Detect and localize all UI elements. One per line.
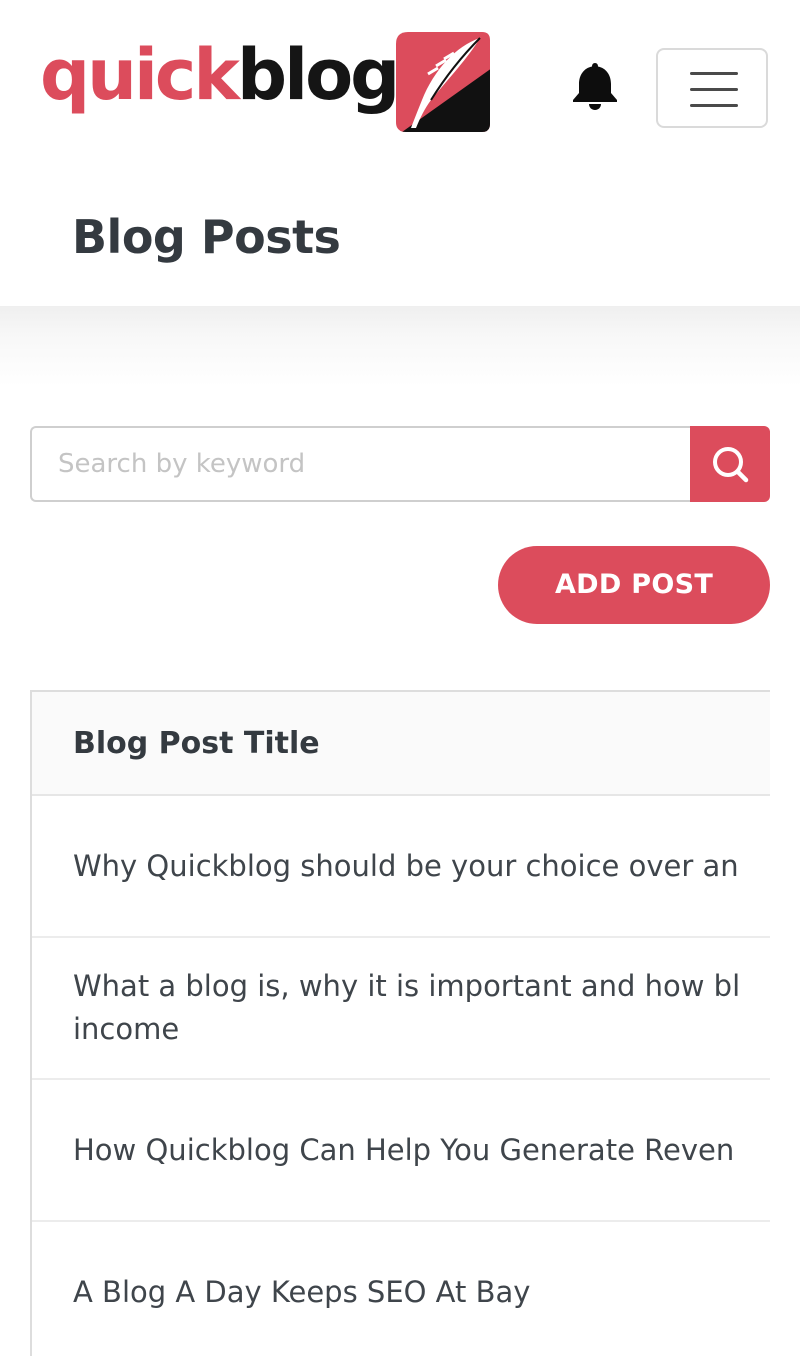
menu-bar-line <box>690 72 738 75</box>
table-row[interactable]: How Quickblog Can Help You Generate Reve… <box>32 1080 770 1222</box>
search-button[interactable] <box>690 426 770 502</box>
menu-bar-line <box>690 104 738 107</box>
menu-bar-line <box>690 88 738 91</box>
app-header: quickblog <box>0 0 800 160</box>
bell-icon[interactable] <box>566 60 624 110</box>
page-title-section: Blog Posts <box>0 160 800 306</box>
search-input[interactable] <box>30 426 692 502</box>
table-row[interactable]: What a blog is, why it is important and … <box>32 938 770 1080</box>
post-title-cell[interactable]: How Quickblog Can Help You Generate Reve… <box>73 1129 770 1172</box>
post-title-cell[interactable]: A Blog A Day Keeps SEO At Bay <box>73 1271 770 1314</box>
post-title-cell[interactable]: Why Quickblog should be your choice over… <box>73 845 770 888</box>
search-bar <box>30 426 770 502</box>
search-icon <box>713 447 749 483</box>
logo-wordmark-blog: blog <box>236 34 400 116</box>
post-title-cell[interactable]: What a blog is, why it is important and … <box>73 965 770 1051</box>
column-header-title[interactable]: Blog Post Title <box>73 726 320 761</box>
page-title: Blog Posts <box>72 210 341 264</box>
add-post-button[interactable]: ADD POST <box>498 546 770 624</box>
quickblog-logo[interactable]: quickblog <box>40 26 496 134</box>
blog-posts-table: Blog Post Title Why Quickblog should be … <box>30 690 770 1356</box>
table-row[interactable]: A Blog A Day Keeps SEO At Bay <box>32 1222 770 1356</box>
logo-wordmark-quick: quick <box>40 34 240 116</box>
logo-wordmark: quickblog <box>40 40 400 110</box>
table-header: Blog Post Title <box>32 692 770 796</box>
header-shadow <box>0 306 800 386</box>
table-row[interactable]: Why Quickblog should be your choice over… <box>32 796 770 938</box>
hamburger-menu-button[interactable] <box>656 48 768 128</box>
quill-logo-icon <box>396 32 490 132</box>
